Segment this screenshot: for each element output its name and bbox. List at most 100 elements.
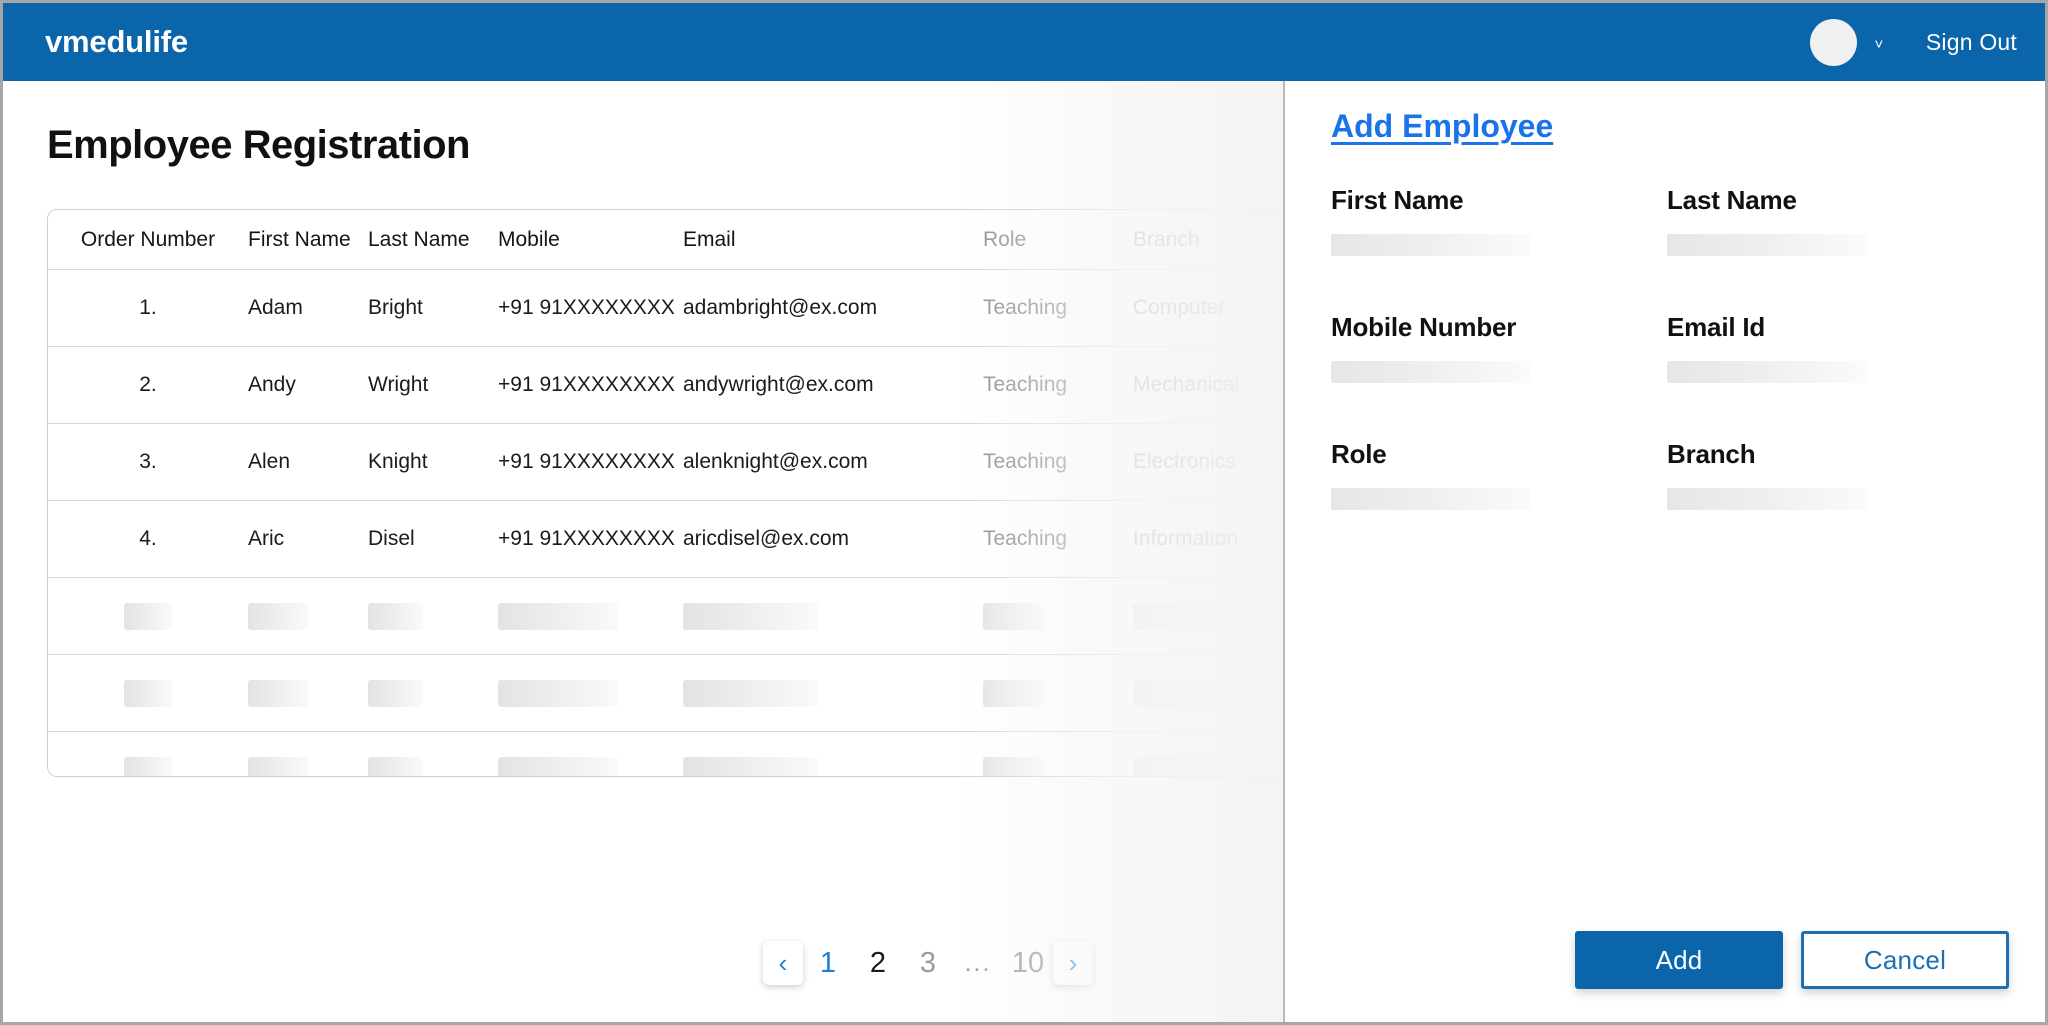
label-role: Role [1331,439,1387,469]
column-header-last-name[interactable]: Last Name [368,228,498,252]
skeleton-block [983,756,1043,776]
email-id-input[interactable] [1667,361,1867,383]
column-header-order-number[interactable]: Order Number [48,228,248,252]
skeleton-block [1133,756,1213,776]
column-header-role[interactable]: Role [983,228,1133,252]
panel-actions: Add Cancel [1329,931,2009,989]
cell-mobile: +91 91XXXXXXXX [498,373,675,396]
content-area: Employee Registration Order Number First… [3,81,2045,1022]
skeleton-block [248,679,308,707]
skeleton-block [683,679,818,707]
pagination: ‹ 1 2 3 ... 10 › [763,941,1093,985]
cell-branch: Computer [1133,296,1226,319]
brand-logo[interactable]: vmedulife [45,24,188,60]
mobile-number-input[interactable] [1331,361,1531,383]
add-employee-panel: Add Employee First Name Last Name Mobile… [1285,81,2045,1022]
skeleton-block [124,679,172,707]
cell-mobile: +91 91XXXXXXXX [498,527,675,550]
skeleton-block [368,679,423,707]
add-button[interactable]: Add [1575,931,1783,989]
skeleton-block [498,679,618,707]
app-window: vmedulife ˅ Sign Out Employee Registrati… [0,0,2048,1025]
avatar[interactable] [1809,18,1857,66]
top-bar-right-group: ˅ Sign Out [1809,3,2017,81]
cell-email: aricdisel@ex.com [683,527,850,550]
cell-email: adambright@ex.com [683,296,878,319]
label-mobile-number: Mobile Number [1331,312,1517,342]
cell-mobile: +91 91XXXXXXXX [498,296,675,319]
skeleton-block [368,602,423,630]
table-row-placeholder [48,578,1283,655]
table-row-placeholder [48,655,1283,732]
cell-first-name: Alen [248,450,291,473]
cell-first-name: Adam [248,296,303,319]
cell-order-number: 2. [139,373,157,396]
column-header-branch[interactable]: Branch [1133,228,1283,252]
skeleton-block [1133,679,1213,707]
skeleton-block [983,679,1043,707]
table-row[interactable]: 2. Andy Wright +91 91XXXXXXXX andywright… [48,347,1283,424]
skeleton-block [683,602,818,630]
employee-list-pane: Employee Registration Order Number First… [3,81,1283,1022]
table-header-row: Order Number First Name Last Name Mobile… [48,210,1283,270]
cell-role: Teaching [983,527,1068,550]
column-header-first-name[interactable]: First Name [248,228,368,252]
column-header-mobile[interactable]: Mobile [498,228,683,252]
add-employee-title-link[interactable]: Add Employee [1331,108,1553,145]
skeleton-block [248,602,308,630]
cell-email: andywright@ex.com [683,373,874,396]
top-navigation-bar: vmedulife ˅ Sign Out [3,3,2045,81]
cancel-button[interactable]: Cancel [1801,931,2009,989]
table-row[interactable]: 4. Aric Disel +91 91XXXXXXXX aricdisel@e… [48,501,1283,578]
cell-role: Teaching [983,373,1068,396]
skeleton-block [983,602,1043,630]
branch-input[interactable] [1667,488,1867,510]
form-row: Mobile Number Email Id [1331,312,2003,383]
pagination-next-button[interactable]: › [1053,941,1093,985]
chevron-down-icon[interactable]: ˅ [1866,37,1892,52]
label-first-name: First Name [1331,185,1464,215]
page-title: Employee Registration [47,123,470,167]
cell-email: alenknight@ex.com [683,450,868,473]
cell-branch: Mechanical [1133,373,1240,396]
sign-out-button[interactable]: Sign Out [1926,29,2017,56]
first-name-input[interactable] [1331,234,1531,256]
cell-branch: Electronics [1133,450,1236,473]
column-header-email[interactable]: Email [683,228,983,252]
cell-mobile: +91 91XXXXXXXX [498,450,675,473]
last-name-input[interactable] [1667,234,1867,256]
pagination-page-3[interactable]: 3 [903,947,953,980]
cell-order-number: 1. [139,296,157,319]
table-row[interactable]: 3. Alen Knight +91 91XXXXXXXX alenknight… [48,424,1283,501]
table-row[interactable]: 1. Adam Bright +91 91XXXXXXXX adambright… [48,270,1283,347]
label-email-id: Email Id [1667,312,1766,342]
cell-last-name: Bright [368,296,423,319]
table-row-placeholder [48,732,1283,776]
label-branch: Branch [1667,439,1756,469]
pagination-page-2[interactable]: 2 [853,947,903,980]
skeleton-block [498,756,618,776]
label-last-name: Last Name [1667,185,1797,215]
pagination-page-10[interactable]: 10 [1003,947,1053,980]
cell-order-number: 3. [139,450,157,473]
cell-branch: Information [1133,527,1239,550]
cell-role: Teaching [983,450,1068,473]
skeleton-block [124,602,172,630]
skeleton-block [1133,602,1213,630]
field-mobile-number: Mobile Number [1331,312,1667,383]
field-branch: Branch [1667,439,2003,510]
cell-last-name: Wright [368,373,429,396]
role-input[interactable] [1331,488,1531,510]
cell-last-name: Disel [368,527,415,550]
skeleton-block [124,756,172,776]
skeleton-block [498,602,618,630]
cell-order-number: 4. [139,527,157,550]
field-last-name: Last Name [1667,185,2003,256]
cell-last-name: Knight [368,450,428,473]
field-first-name: First Name [1331,185,1667,256]
field-email-id: Email Id [1667,312,2003,383]
pagination-page-1[interactable]: 1 [803,947,853,980]
pagination-prev-button[interactable]: ‹ [763,941,803,985]
form-row: Role Branch [1331,439,2003,510]
add-employee-form: First Name Last Name Mobile Number Email [1331,185,2003,566]
